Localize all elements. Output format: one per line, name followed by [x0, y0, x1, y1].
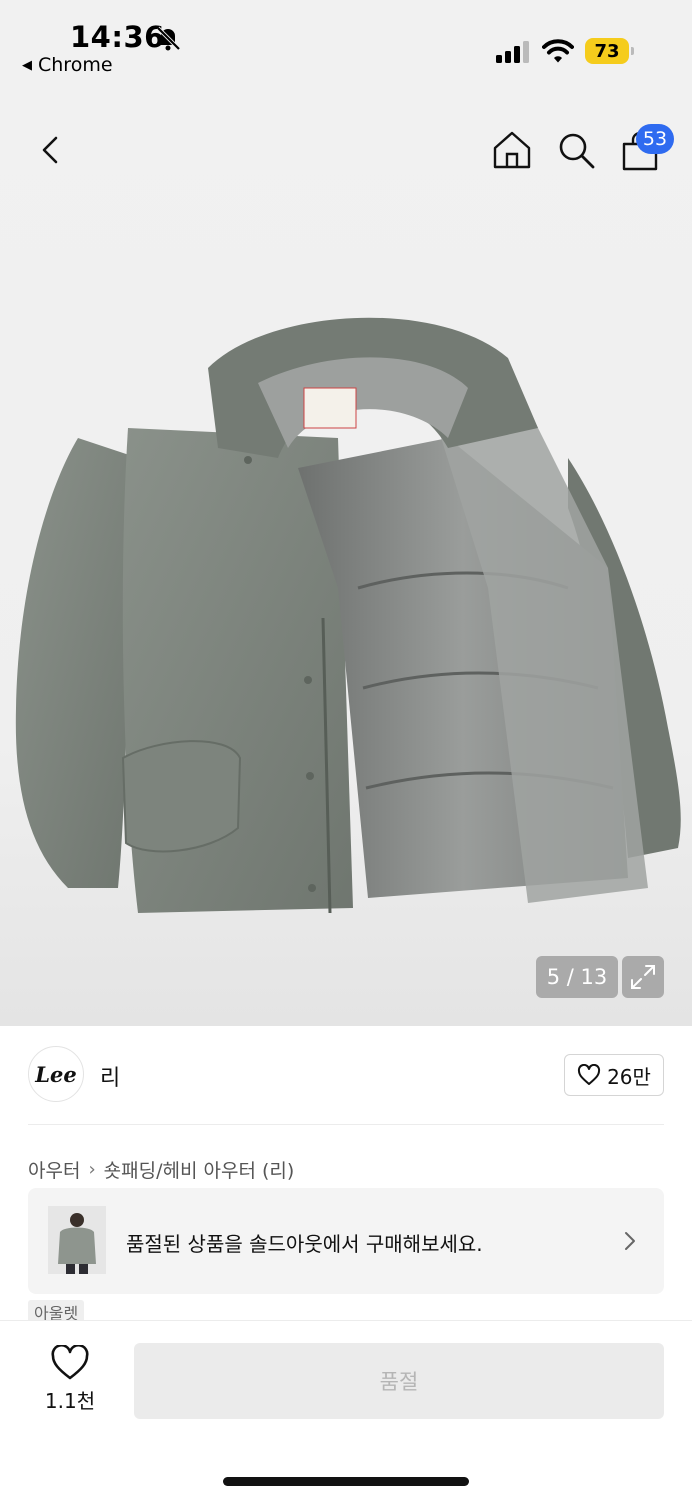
wishlist-count: 1.1천	[44, 1389, 96, 1413]
heart-icon	[578, 1064, 601, 1085]
search-icon[interactable]	[556, 130, 596, 170]
bottom-action-bar: 1.1천 품절	[0, 1320, 692, 1500]
image-counter: 5 / 13	[536, 956, 618, 998]
breadcrumb-subcategory[interactable]: 숏패딩/헤비 아우터 (리)	[104, 1156, 295, 1183]
status-bar: 14:36 ◀ Chrome 73	[0, 0, 692, 88]
status-time: 14:36	[70, 20, 165, 54]
battery-icon: 73	[585, 38, 635, 64]
back-chevron-icon[interactable]	[30, 130, 70, 170]
banner-thumbnail	[48, 1206, 106, 1274]
battery-level: 73	[585, 38, 629, 64]
brand-like-count: 26만	[607, 1064, 651, 1089]
bell-slash-icon	[156, 26, 181, 51]
expand-icon	[631, 965, 655, 989]
brand-name[interactable]: 리	[100, 1060, 120, 1092]
wifi-icon	[542, 39, 574, 63]
breadcrumb-category[interactable]: 아우터	[28, 1156, 80, 1183]
breadcrumb: 아우터 › 숏패딩/헤비 아우터 (리)	[28, 1156, 294, 1183]
product-image-gallery[interactable]: 53 5 / 13	[0, 88, 692, 1026]
back-triangle-icon: ◀	[22, 57, 32, 73]
brand-row: Lee 리 26만	[0, 1026, 692, 1126]
brand-logo[interactable]: Lee	[28, 1046, 84, 1102]
expand-button[interactable]	[622, 956, 664, 998]
soldout-button[interactable]: 품절	[134, 1343, 664, 1419]
home-icon[interactable]	[492, 130, 532, 170]
home-indicator	[223, 1477, 469, 1486]
soldout-banner[interactable]: 품절된 상품을 솔드아웃에서 구매해보세요.	[28, 1188, 664, 1294]
back-app-label: Chrome	[38, 54, 113, 76]
wishlist-heart-icon[interactable]	[50, 1345, 90, 1381]
divider	[28, 1124, 664, 1125]
banner-text: 품절된 상품을 솔드아웃에서 구매해보세요.	[126, 1232, 483, 1256]
cart-count-badge: 53	[636, 124, 674, 154]
battery-cap	[631, 47, 634, 55]
signal-icon	[496, 41, 529, 63]
product-image[interactable]	[8, 288, 692, 928]
back-to-app-link[interactable]: ◀ Chrome	[22, 54, 113, 76]
chevron-right-icon: ›	[88, 1159, 96, 1180]
brand-like-button[interactable]: 26만	[564, 1054, 664, 1096]
chevron-right-icon	[625, 1232, 635, 1250]
